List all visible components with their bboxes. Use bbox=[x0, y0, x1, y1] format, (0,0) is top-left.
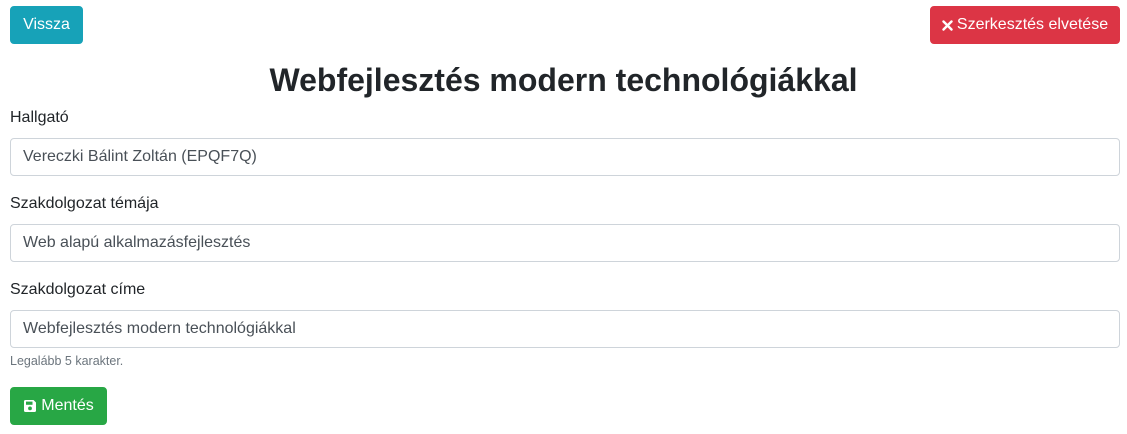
floppy-disk-icon bbox=[23, 399, 37, 413]
topic-field[interactable] bbox=[10, 224, 1120, 262]
student-field[interactable] bbox=[10, 138, 1120, 176]
thesis-title-field[interactable] bbox=[10, 310, 1120, 348]
cancel-edit-button[interactable]: Szerkesztés elvetése bbox=[930, 6, 1120, 44]
thesis-title-label: Szakdolgozat címe bbox=[10, 281, 146, 298]
save-button-label: Mentés bbox=[41, 397, 94, 414]
save-button[interactable]: Mentés bbox=[10, 387, 107, 425]
student-label: Hallgató bbox=[10, 109, 69, 126]
thesis-title-help: Legalább 5 karakter. bbox=[10, 354, 124, 368]
back-button[interactable]: Vissza bbox=[10, 6, 83, 44]
close-icon bbox=[942, 19, 953, 31]
topic-label: Szakdolgozat témája bbox=[10, 195, 159, 212]
page-title: Webfejlesztés modern technológiákkal bbox=[269, 62, 858, 98]
thesis-edit-page: Vissza Szerkesztés elvetése Webfejleszté… bbox=[0, 0, 1127, 434]
back-button-label: Vissza bbox=[23, 16, 70, 33]
cancel-edit-label: Szerkesztés elvetése bbox=[956, 16, 1109, 33]
